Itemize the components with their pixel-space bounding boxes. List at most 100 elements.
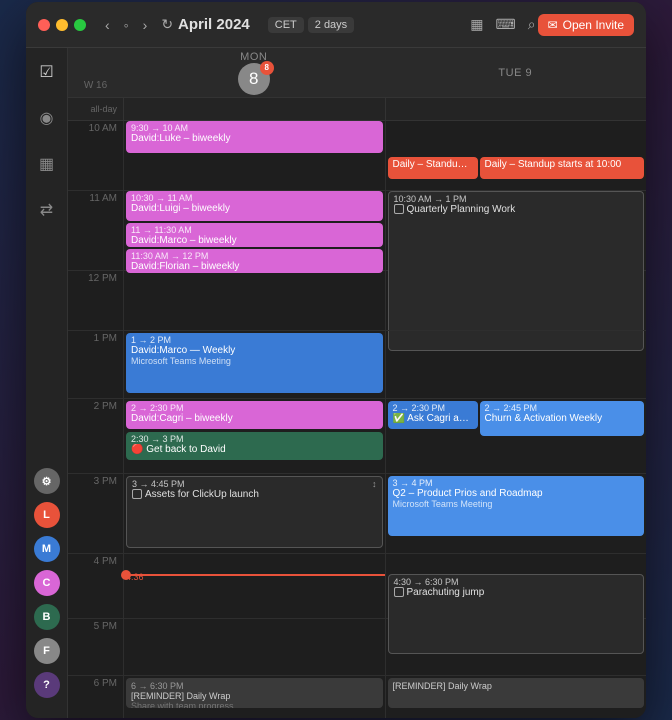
time-label-6pm: 6 PM xyxy=(68,676,123,718)
terminal-icon[interactable]: ⌨ xyxy=(494,14,518,35)
refresh-button[interactable]: ↻ xyxy=(156,14,178,35)
day-cell-tue-3pm: 3 → 4 PM Q2 – Product Prios and Roadmap … xyxy=(385,474,647,553)
calendar-view-icon[interactable]: ▦ xyxy=(468,14,485,35)
day-cell-tue-6pm: [REMINDER] Daily Wrap xyxy=(385,676,647,718)
time-label-11am: 11 AM xyxy=(68,191,123,270)
day-cell-tue-2pm: 2 → 2:30 PM ✅ Ask Cagri about… 2 → 2:45 … xyxy=(385,399,647,473)
sidebar-globe-icon[interactable]: ◉ xyxy=(33,104,61,132)
time-label-5pm: 5 PM xyxy=(68,619,123,675)
allday-cell-mon xyxy=(123,98,385,120)
prev-button[interactable]: ‹ xyxy=(100,15,115,35)
allday-cell-tue xyxy=(385,98,647,120)
event-standup-full[interactable]: Daily – Standup starts at 10:00 xyxy=(480,157,645,179)
day-cells-3pm: 3 → 4:45 PM ↕ Assets for ClickUp launch … xyxy=(123,474,646,553)
event-get-back-david[interactable]: 2:30 → 3 PM 🔴 Get back to David xyxy=(126,432,383,460)
day-cells-6pm: 6 → 6:30 PM [REMINDER] Daily Wrap Share … xyxy=(123,676,646,718)
day-badge-mon: 8 xyxy=(260,61,274,75)
week-label: W 16 xyxy=(68,48,123,97)
time-grid: 10 AM 9:30 → 10 AM David:Luke – biweekly xyxy=(68,121,646,718)
day-cell-tue-10am: Daily – Standup starts … Daily – Standup… xyxy=(385,121,647,190)
day-cell-tue-12pm xyxy=(385,271,647,330)
day-cell-mon-2pm: 2 → 2:30 PM David:Cagri – biweekly 2:30 … xyxy=(123,399,385,473)
open-invite-label: Open Invite xyxy=(563,18,624,32)
avatar-user5[interactable]: F xyxy=(34,638,60,664)
day-cell-mon-11am: 10:30 → 11 AM David:Luigi – biweekly 11 … xyxy=(123,191,385,270)
event-ask-cagri[interactable]: 2 → 2:30 PM ✅ Ask Cagri about… xyxy=(388,401,478,429)
day-cell-mon-1pm: 1 → 2 PM David:Marco — Weekly Microsoft … xyxy=(123,331,385,398)
day-cells-4pm: 4:36 4:30 → 6:30 PM Parachuting jump xyxy=(123,554,646,618)
sidebar: ☑ ◉ ▦ ⇄ ⚙ L M C B F ? xyxy=(26,48,68,718)
time-row-5pm: 5 PM xyxy=(68,619,646,676)
event-cagri-biweekly[interactable]: 2 → 2:30 PM David:Cagri – biweekly xyxy=(126,401,383,429)
day-cell-mon-5pm xyxy=(123,619,385,675)
maximize-button[interactable] xyxy=(74,19,86,31)
event-standup-small[interactable]: Daily – Standup starts … xyxy=(388,157,478,179)
nav-controls: ‹ ◦ › ↻ xyxy=(100,14,178,35)
event-luke-biweekly[interactable]: 9:30 → 10 AM David:Luke – biweekly xyxy=(126,121,383,153)
day-cell-tue-4pm: 4:30 → 6:30 PM Parachuting jump xyxy=(385,554,647,618)
search-icon[interactable]: ⌕ xyxy=(526,14,538,35)
day-cells-10am: 9:30 → 10 AM David:Luke – biweekly Daily… xyxy=(123,121,646,190)
day-cells-11am: 10:30 → 11 AM David:Luigi – biweekly 11 … xyxy=(123,191,646,270)
event-marco-weekly[interactable]: 1 → 2 PM David:Marco — Weekly Microsoft … xyxy=(126,333,383,393)
day-cell-tue-5pm xyxy=(385,619,647,675)
event-q2-roadmap[interactable]: 3 → 4 PM Q2 – Product Prios and Roadmap … xyxy=(388,476,645,536)
day-header-tue: Tue 9 xyxy=(385,48,647,97)
time-label-2pm: 2 PM xyxy=(68,399,123,473)
time-row-12pm: 12 PM xyxy=(68,271,646,331)
close-button[interactable] xyxy=(38,19,50,31)
event-brenna-biweekly[interactable]: 11:30 AM → 12 PM David:Florian – biweekl… xyxy=(126,249,383,273)
traffic-lights xyxy=(38,19,86,31)
day-name-tue: Tue 9 xyxy=(498,67,532,79)
avatar-user2[interactable]: M xyxy=(34,536,60,562)
day-cell-mon-3pm: 3 → 4:45 PM ↕ Assets for ClickUp launch xyxy=(123,474,385,553)
sidebar-checkbox-icon[interactable]: ☑ xyxy=(33,58,61,86)
today-button[interactable]: ◦ xyxy=(119,15,134,35)
day-cell-mon-10am: 9:30 → 10 AM David:Luke – biweekly xyxy=(123,121,385,190)
open-invite-button[interactable]: ✉ Open Invite xyxy=(538,14,634,36)
day-header-mon: Mon 8 8 xyxy=(123,48,385,97)
titlebar: ‹ ◦ › ↻ April 2024 CET 2 days ▦ ⌨ ⌕ ✉ Op… xyxy=(26,2,646,48)
avatar-settings[interactable]: ⚙ xyxy=(34,468,60,494)
allday-label: all-day xyxy=(68,98,123,120)
day-cells-12pm xyxy=(123,271,646,330)
day-cell-tue-11am: 10:30 AM → 1 PM Quarterly Planning Work xyxy=(385,191,647,270)
timezone-badge: CET xyxy=(268,17,304,33)
time-label-10am: 10 AM xyxy=(68,121,123,190)
time-label-3pm: 3 PM xyxy=(68,474,123,553)
avatar-user3[interactable]: C xyxy=(34,570,60,596)
next-button[interactable]: › xyxy=(138,15,153,35)
time-row-2pm: 2 PM 2 → 2:30 PM David:Cagri – biweekly … xyxy=(68,399,646,474)
avatar-user6[interactable]: ? xyxy=(34,672,60,698)
calendar-window: ‹ ◦ › ↻ April 2024 CET 2 days ▦ ⌨ ⌕ ✉ Op… xyxy=(26,2,646,718)
time-row-3pm: 3 PM 3 → 4:45 PM ↕ Assets for ClickUp la… xyxy=(68,474,646,554)
event-reminder-mon[interactable]: 6 → 6:30 PM [REMINDER] Daily Wrap Share … xyxy=(126,678,383,708)
avatar-user4[interactable]: B xyxy=(34,604,60,630)
avatar-user1[interactable]: L xyxy=(34,502,60,528)
time-rows: 10 AM 9:30 → 10 AM David:Luke – biweekly xyxy=(68,121,646,718)
sidebar-shuffle-icon[interactable]: ⇄ xyxy=(33,196,61,224)
time-row-4pm: 4 PM 4:36 4:30 → 6:30 xyxy=(68,554,646,619)
calendar-area: W 16 Mon 8 8 Tue 9 all-day xyxy=(68,48,646,718)
day-number-mon: 8 8 xyxy=(238,63,270,95)
minimize-button[interactable] xyxy=(56,19,68,31)
time-label-4pm: 4 PM xyxy=(68,554,123,618)
event-assets-clickup[interactable]: 3 → 4:45 PM ↕ Assets for ClickUp launch xyxy=(126,476,383,548)
time-row-11am: 11 AM 10:30 → 11 AM David:Luigi – biweek… xyxy=(68,191,646,271)
main-area: ☑ ◉ ▦ ⇄ ⚙ L M C B F ? W 16 Mon 8 xyxy=(26,48,646,718)
calendar-title: April 2024 xyxy=(178,16,250,33)
calendar-header: W 16 Mon 8 8 Tue 9 xyxy=(68,48,646,98)
sidebar-calendar-icon[interactable]: ▦ xyxy=(33,150,61,178)
day-cell-tue-1pm xyxy=(385,331,647,398)
allday-row: all-day xyxy=(68,98,646,121)
sidebar-avatars: ⚙ L M C B F ? xyxy=(34,468,60,708)
event-churn-weekly[interactable]: 2 → 2:45 PM Churn & Activation Weekly xyxy=(480,401,645,436)
event-marco-biweekly[interactable]: 11 → 11:30 AM David:Marco – biweekly xyxy=(126,223,383,247)
event-reminder-tue[interactable]: [REMINDER] Daily Wrap xyxy=(388,678,645,708)
day-cells-5pm xyxy=(123,619,646,675)
time-row-10am: 10 AM 9:30 → 10 AM David:Luke – biweekly xyxy=(68,121,646,191)
time-label-1pm: 1 PM xyxy=(68,331,123,398)
time-row-1pm: 1 PM 1 → 2 PM David:Marco — Weekly Micro… xyxy=(68,331,646,399)
day-cell-mon-4pm: 4:36 xyxy=(123,554,385,618)
event-luigi-biweekly[interactable]: 10:30 → 11 AM David:Luigi – biweekly xyxy=(126,191,383,221)
